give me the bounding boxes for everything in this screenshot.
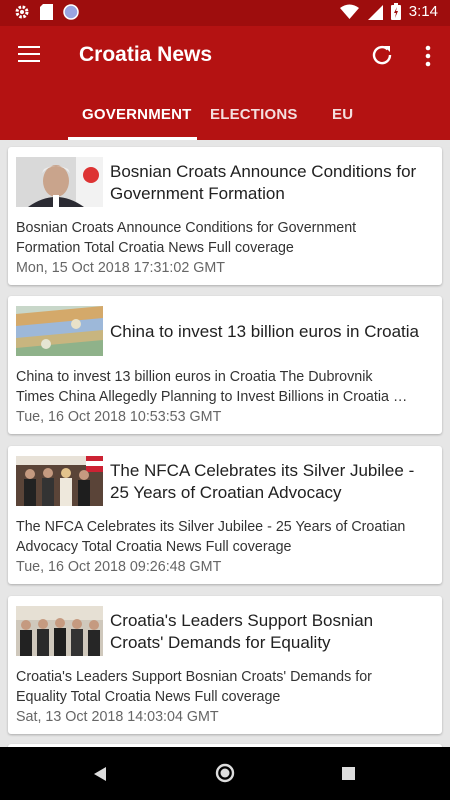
article-summary: The NFCA Celebrates its Silver Jubilee -…: [16, 519, 406, 555]
tab-bar: GOVERNMENT ELECTIONS EU: [0, 88, 450, 140]
news-card[interactable]: China to invest 13 billion euros in Croa…: [8, 296, 442, 434]
sd-card-icon: [40, 4, 53, 20]
wifi-icon: [339, 4, 359, 19]
news-card[interactable]: Bosnian Croats Announce Conditions for G…: [8, 147, 442, 285]
tab-government[interactable]: GOVERNMENT: [82, 106, 192, 123]
system-nav-bar: [0, 747, 450, 800]
more-options-icon[interactable]: [424, 45, 432, 67]
back-icon[interactable]: [93, 766, 107, 782]
clock: 3:14: [408, 3, 438, 20]
news-card[interactable]: The NFCA Celebrates its Silver Jubilee -…: [8, 446, 442, 584]
article-thumbnail: [16, 606, 103, 656]
signal-icon: [367, 4, 383, 20]
article-date: Tue, 16 Oct 2018 10:53:53 GMT: [16, 409, 222, 425]
status-bar: 3:14: [0, 0, 450, 26]
notification-dot-icon: [63, 4, 79, 20]
article-date: Sat, 13 Oct 2018 14:03:04 GMT: [16, 709, 219, 725]
article-summary: China to invest 13 billion euros in Croa…: [16, 369, 408, 405]
article-summary: Bosnian Croats Announce Conditions for G…: [16, 220, 357, 256]
battery-icon: [390, 3, 401, 20]
recents-icon[interactable]: [342, 767, 355, 780]
menu-icon[interactable]: [18, 46, 40, 64]
settings-icon: [15, 5, 29, 19]
article-headline: Croatia's Leaders Support Bosnian Croats…: [110, 611, 374, 652]
home-icon[interactable]: [215, 763, 235, 783]
article-headline: Bosnian Croats Announce Conditions for G…: [110, 162, 417, 203]
refresh-icon[interactable]: [370, 43, 394, 67]
article-summary: Croatia's Leaders Support Bosnian Croats…: [16, 669, 372, 705]
article-thumbnail: [16, 157, 103, 207]
article-headline: The NFCA Celebrates its Silver Jubilee -…: [110, 461, 415, 502]
app-bar: Croatia News: [0, 26, 450, 88]
article-date: Tue, 16 Oct 2018 09:26:48 GMT: [16, 559, 222, 575]
article-headline: China to invest 13 billion euros in Croa…: [110, 322, 420, 341]
article-thumbnail: [16, 456, 103, 506]
tab-indicator: [68, 137, 197, 140]
tab-elections[interactable]: ELECTIONS: [210, 106, 298, 123]
article-date: Mon, 15 Oct 2018 17:31:02 GMT: [16, 260, 226, 276]
tab-eu[interactable]: EU: [332, 106, 353, 123]
news-card[interactable]: Croatia's Leaders Support Bosnian Croats…: [8, 596, 442, 734]
article-thumbnail: [16, 306, 103, 356]
page-title: Croatia News: [79, 43, 213, 66]
